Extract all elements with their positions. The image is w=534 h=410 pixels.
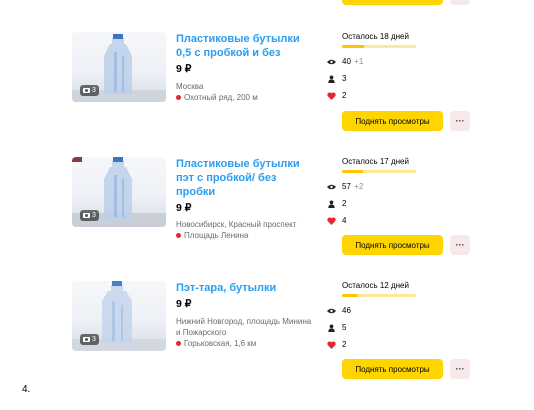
listing-item: 3 Пластиковые бутылки пэт с пробкой/ без… — [0, 155, 534, 265]
listing-price: 9 ₽ — [176, 63, 192, 75]
progress-fill — [342, 170, 363, 173]
listing-title-link[interactable]: Пластиковые бутылки пэт с пробкой/ без п… — [176, 157, 311, 199]
more-button-partial[interactable] — [450, 0, 470, 5]
views-stat: 57 +2 — [327, 182, 363, 191]
eye-icon — [327, 59, 336, 64]
days-remaining-progress — [342, 294, 416, 297]
contacts-stat: 2 — [327, 199, 346, 208]
days-remaining: Осталось 12 дней — [342, 281, 409, 290]
listing-price: 9 ₽ — [176, 298, 192, 310]
contacts-stat: 5 — [327, 323, 346, 332]
raise-views-button[interactable]: Поднять просмотры — [342, 359, 443, 379]
days-remaining: Осталось 18 дней — [342, 32, 409, 41]
favorites-stat: 2 — [327, 91, 346, 100]
listing-location: Москва — [176, 82, 204, 91]
person-icon — [328, 200, 335, 208]
more-actions-button[interactable]: ··· — [450, 111, 470, 131]
listing-location: Нижний Новгород, площадь Минина и Пожарс… — [176, 317, 312, 337]
progress-fill — [342, 45, 365, 48]
camera-icon — [83, 337, 90, 342]
metro-dot-icon — [176, 95, 181, 100]
listing-photo[interactable]: 3 — [72, 157, 166, 227]
photo-count-badge: 3 — [80, 334, 99, 345]
listing-metro: Горьковская, 1,6 км — [176, 339, 256, 348]
heart-icon — [327, 91, 336, 100]
days-remaining-progress — [342, 170, 416, 173]
raise-views-button-partial[interactable] — [342, 0, 443, 5]
person-icon — [328, 324, 335, 332]
contacts-stat: 3 — [327, 74, 346, 83]
favorites-stat: 2 — [327, 340, 346, 349]
listing-title-link[interactable]: Пэт-тара, бутылки — [176, 281, 311, 295]
progress-fill — [342, 294, 357, 297]
views-stat: 40 +1 — [327, 57, 363, 66]
eye-icon — [327, 184, 336, 189]
photo-count-badge: 3 — [80, 85, 99, 96]
eye-icon — [327, 308, 336, 313]
listing-metro: Охотный ряд, 200 м — [176, 93, 258, 102]
views-stat: 46 — [327, 306, 352, 315]
person-icon — [328, 75, 335, 83]
listing-item: 3 Пластиковые бутылки 0,5 с пробкой и бе… — [0, 30, 534, 140]
favorites-stat: 4 — [327, 216, 346, 225]
listing-photo[interactable]: 3 — [72, 281, 166, 351]
metro-dot-icon — [176, 233, 181, 238]
days-remaining: Осталось 17 дней — [342, 157, 409, 166]
listing-item: 3 Пэт-тара, бутылки 9 ₽ Нижний Новгород,… — [0, 279, 534, 389]
listing-location: Новосибирск, Красный проспект — [176, 220, 297, 229]
listing-metro: Площадь Ленина — [176, 231, 249, 240]
heart-icon — [327, 216, 336, 225]
heart-icon — [327, 340, 336, 349]
more-actions-button[interactable]: ··· — [450, 359, 470, 379]
photo-count-badge: 3 — [80, 210, 99, 221]
listing-price: 9 ₽ — [176, 202, 192, 214]
more-actions-button[interactable]: ··· — [450, 235, 470, 255]
listing-photo[interactable]: 3 — [72, 32, 166, 102]
metro-dot-icon — [176, 341, 181, 346]
raise-views-button[interactable]: Поднять просмотры — [342, 235, 443, 255]
raise-views-button[interactable]: Поднять просмотры — [342, 111, 443, 131]
page-number: 4. — [22, 384, 31, 395]
camera-icon — [83, 213, 90, 218]
days-remaining-progress — [342, 45, 416, 48]
camera-icon — [83, 88, 90, 93]
listing-title-link[interactable]: Пластиковые бутылки 0,5 с пробкой и без — [176, 32, 311, 60]
